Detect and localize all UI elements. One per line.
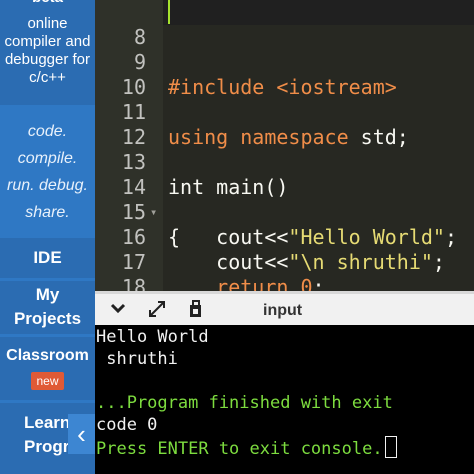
console-line: Press ENTER to exit console. <box>96 436 397 460</box>
code-line: 19 <box>95 275 474 291</box>
tagline-line: share. <box>25 204 70 221</box>
tab-input[interactable]: input <box>263 302 302 320</box>
tagline-line: code. <box>27 123 68 140</box>
nav-label: Classroom <box>6 347 89 364</box>
nav-label: Projects <box>13 309 82 328</box>
brand-block[interactable]: beta online compiler and debugger for c/… <box>0 0 95 105</box>
copy-icon[interactable] <box>187 299 205 324</box>
new-badge: new <box>31 372 64 390</box>
code-line: 15 cout<<"Hello World"; <box>95 175 474 249</box>
console-line: shruthi <box>96 349 178 369</box>
chevron-left-icon: ‹ <box>77 419 86 449</box>
console-line: code 0 <box>96 415 158 435</box>
brand-desc-line: c/c++ <box>29 69 66 86</box>
code-line: 18 } <box>95 250 474 291</box>
nav-classroom[interactable]: Classroom new <box>0 337 95 400</box>
brand-desc-line: compiler and <box>4 33 91 50</box>
console-cursor <box>384 436 397 458</box>
brand-desc-line: debugger for <box>4 51 91 68</box>
console-line: Hello World <box>96 327 209 347</box>
code-line: 12 <box>95 100 474 149</box>
tagline-line: compile. <box>17 150 78 167</box>
brand-beta: beta <box>0 0 95 6</box>
code-editor[interactable]: 8 9 #include <iostream> 10 11 using name… <box>95 0 474 291</box>
code-line: 17 return 0; <box>95 225 474 291</box>
nav-my-projects[interactable]: My Projects <box>0 281 95 334</box>
nav-ide[interactable]: IDE <box>0 238 95 278</box>
chevron-down-icon[interactable] <box>109 299 127 322</box>
code-line: 14 ▾ { <box>95 150 474 249</box>
output-toolbar: input <box>95 291 474 325</box>
console-line: ...Program finished with exit <box>96 393 393 413</box>
sidebar: beta online compiler and debugger for c/… <box>0 0 95 474</box>
code-line: 10 <box>95 50 474 99</box>
expand-icon[interactable] <box>147 299 167 324</box>
code-line: 8 <box>95 0 474 49</box>
nav-label: My <box>35 285 60 304</box>
code-line: 13 int main() <box>95 125 474 199</box>
console-output[interactable]: Hello World shruthi ...Program finished … <box>95 325 474 474</box>
console-prompt-text: Press ENTER to exit console. <box>96 439 383 459</box>
code-line: 9 #include <iostream> <box>95 25 474 99</box>
nav-label: Learn <box>24 413 71 432</box>
tagline: code. compile. run. debug. share. <box>0 118 95 226</box>
tagline-line: run. debug. <box>7 177 88 194</box>
code-line: 16 cout<<"\n shruthi"; <box>95 200 474 274</box>
collapse-sidebar-button[interactable]: ‹ <box>68 414 95 454</box>
code-line: 11 using namespace std; <box>95 75 474 149</box>
brand-desc-line: online <box>27 15 68 32</box>
brand-description: online compiler and debugger for c/c++ <box>0 15 95 87</box>
